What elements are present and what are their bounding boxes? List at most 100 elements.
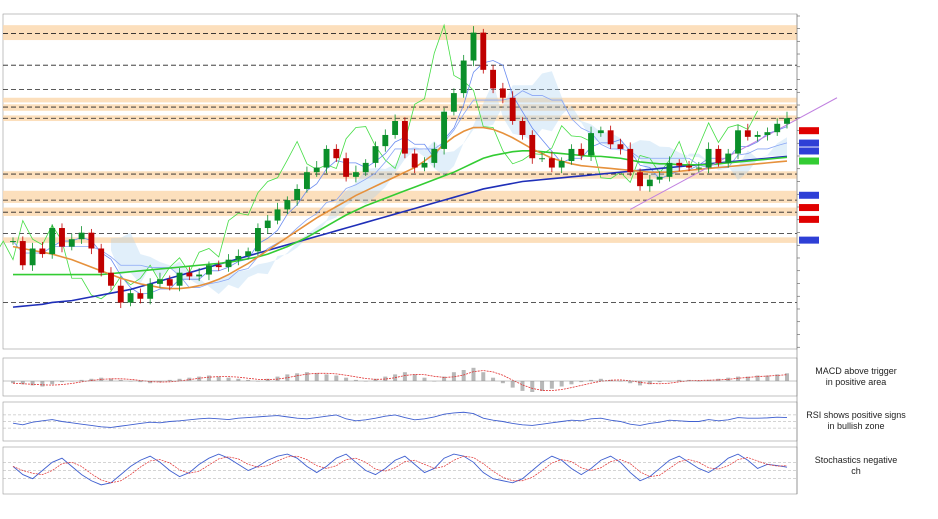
macd-bar [422,377,427,381]
candle-body [627,148,634,173]
macd-bar [206,375,211,381]
candle-body [215,265,222,268]
candle-body [284,200,291,210]
candle-body [382,134,389,147]
macd-bar [569,381,574,385]
indicator-panel-frame [2,357,798,397]
indicator-note: MACD above trigger in positive area [815,366,897,387]
candle-body [617,144,624,149]
candle-body [225,259,232,268]
candle-body [29,248,36,266]
price-tag [799,147,819,155]
candle-body [588,133,594,156]
candle-body [509,97,516,122]
candle-body [637,172,643,187]
candle-body [490,69,497,89]
candle-body [499,88,506,98]
candle-body [235,255,242,260]
macd-bar [628,381,633,384]
macd-bar [530,381,535,392]
candle-body [754,134,761,137]
candle-body [421,162,428,168]
macd-bar [412,374,417,381]
candle-body [264,220,271,229]
macd-bar [598,378,603,381]
candle-body [666,162,673,177]
candle-body [676,162,683,166]
candle-body [49,228,56,255]
candle-body [303,172,310,189]
candle-body [529,134,536,159]
candle-body [715,148,722,163]
macd-bar [40,381,45,387]
candle-body [607,130,614,145]
candle-body [470,32,477,61]
price-tag [799,215,819,223]
price-tag [799,204,819,212]
candle-body [245,251,252,256]
price-tag [799,236,819,244]
candle-body [362,162,369,173]
macd-bar [236,378,241,381]
candle-body [597,130,604,134]
macd-bar [520,381,525,391]
zone-band [3,207,797,216]
macd-bar [471,367,476,381]
candle-body [19,241,26,266]
macd-bar [638,381,643,386]
candle-body [176,272,183,286]
macd-bar [295,373,300,381]
macd-bar [491,377,496,381]
candle-body [186,272,193,277]
candle-body [735,130,741,154]
candle-body [539,158,546,160]
candle-body [725,153,732,163]
chart-svg: MACD above trigger in positive areaRSI sh… [0,0,938,514]
candle-body [480,32,487,70]
macd-bar [559,381,564,387]
candle-body [744,130,751,137]
candle-body [392,121,399,135]
candle-body [352,172,359,177]
price-tag [799,157,819,165]
candle-body [646,179,653,187]
candle-body [333,148,340,159]
macd-bar [510,381,515,388]
macd-bar [226,377,231,381]
macd-bar [197,376,202,381]
candle-body [764,132,771,135]
candle-body [59,228,65,247]
macd-bar [324,374,329,381]
candle-body [147,283,154,299]
macd-bar [11,381,15,384]
macd-bar [50,381,55,385]
candle-body [558,161,565,168]
candle-body [157,279,163,284]
price-tag [799,139,819,147]
candle-body [78,232,85,240]
candle-body [686,165,692,168]
candle-body [294,188,301,201]
macd-bar [549,381,554,389]
macd-bar [540,381,545,391]
candle-body [274,209,281,221]
candle-body [695,167,702,169]
candle-body [705,148,712,168]
candle-body [401,121,408,154]
price-tag [799,191,819,199]
candle-body [784,118,790,124]
candle-body [117,285,124,303]
macd-bar [334,375,339,381]
candle-body [39,248,46,255]
candle-body [254,228,261,252]
candle-body [656,176,663,180]
macd-bar [344,377,349,381]
candle-body [774,123,781,133]
candle-body [441,111,448,149]
macd-bar [500,381,505,384]
gold-h4-chart: MACD above trigger in positive area RSI sh… [0,0,938,514]
candle-body [137,293,144,299]
macd-bar [216,376,221,381]
candle-body [206,265,212,275]
candle-body [68,239,75,247]
